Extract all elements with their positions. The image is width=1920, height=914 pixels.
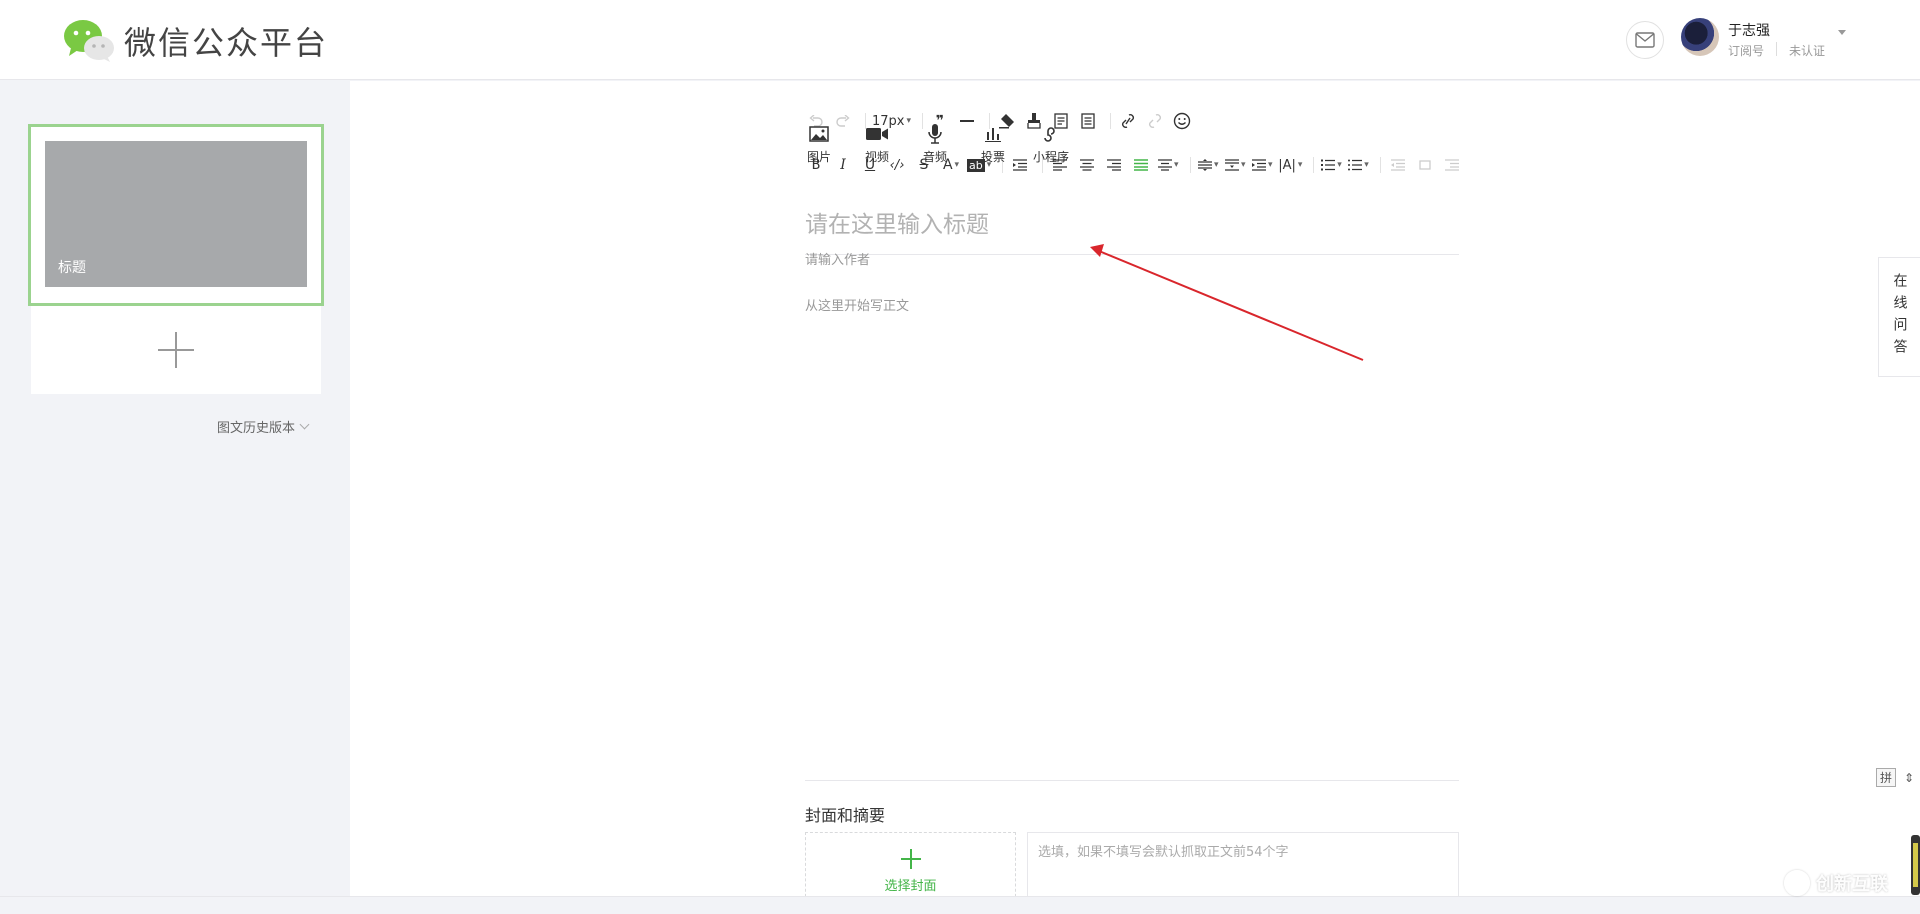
media-label: 视频	[864, 150, 889, 164]
divider	[1190, 157, 1192, 173]
media-label: 图片	[806, 150, 831, 164]
chevron-updown-icon: ⇕	[1904, 770, 1915, 785]
content-divider	[805, 780, 1459, 781]
poll-icon	[985, 124, 1001, 144]
link-icon[interactable]	[1117, 110, 1139, 132]
media-toolbar: 图片 视频 音频 投票 小程序	[805, 124, 1069, 165]
divider	[1776, 42, 1777, 56]
choose-cover-button[interactable]: 选择封面	[805, 832, 1016, 902]
ime-indicator[interactable]: 拼 ⇕	[1876, 768, 1914, 787]
unordered-list-icon[interactable]: ▾	[1347, 154, 1369, 176]
image-icon	[809, 124, 829, 144]
cover-section-title: 封面和摘要	[805, 806, 886, 825]
emoji-icon[interactable]	[1171, 110, 1193, 132]
document-icon[interactable]	[1077, 110, 1099, 132]
user-name[interactable]: 于志强	[1728, 20, 1770, 40]
letter-spacing-icon[interactable]: |A| ▾	[1278, 154, 1302, 176]
plus-icon	[158, 332, 194, 368]
outdent-icon[interactable]	[1387, 154, 1409, 176]
summary-textarea[interactable]: 选填，如果不填写会默认抓取正文前54个字	[1027, 832, 1459, 902]
body-editor[interactable]: 从这里开始写正文	[805, 295, 909, 314]
unlink-icon[interactable]	[1144, 110, 1166, 132]
choose-cover-label: 选择封面	[884, 879, 937, 894]
plus-icon	[900, 849, 921, 869]
history-versions-link[interactable]: 图文历史版本	[217, 417, 310, 436]
brand-title[interactable]: 微信公众平台	[124, 18, 328, 64]
wechat-logo-icon[interactable]	[63, 18, 115, 62]
chevron-down-icon[interactable]	[1838, 30, 1846, 35]
toolbar-divider	[805, 254, 1459, 255]
watermark-text: 创新互联	[1816, 874, 1888, 895]
add-article-button[interactable]	[31, 306, 321, 394]
chevron-down-icon	[299, 419, 310, 430]
indent-dup-icon[interactable]	[1414, 154, 1436, 176]
account-type: 订阅号	[1728, 44, 1765, 58]
insert-video-button[interactable]: 视频	[863, 124, 891, 165]
format-icon[interactable]	[1441, 154, 1463, 176]
online-qa-tab[interactable]: 在线问答	[1878, 257, 1920, 377]
insert-image-button[interactable]: 图片	[805, 124, 833, 165]
microphone-icon	[928, 124, 942, 144]
avatar[interactable]	[1681, 18, 1719, 56]
watermark: 创新互联	[1784, 870, 1888, 896]
title-input[interactable]: 请在这里输入标题	[805, 205, 989, 239]
ime-label: 拼	[1876, 768, 1897, 787]
history-label: 图文历史版本	[217, 421, 296, 436]
justify-icon[interactable]	[1130, 154, 1152, 176]
divider	[1313, 157, 1315, 173]
media-label: 小程序	[1033, 150, 1070, 164]
watermark-logo-icon	[1784, 870, 1810, 896]
qa-label: 在线问答	[1891, 273, 1908, 361]
article-thumb-title: 标题	[58, 260, 86, 276]
insert-mini-program-button[interactable]: 小程序	[1033, 124, 1069, 165]
message-button[interactable]	[1626, 21, 1664, 59]
article-card-selected[interactable]: 标题	[28, 124, 324, 306]
media-label: 音频	[922, 150, 947, 164]
align-dropdown-icon[interactable]: ▾	[1157, 154, 1179, 176]
insert-poll-button[interactable]: 投票	[979, 124, 1007, 165]
ordered-list-icon[interactable]: ▾	[1320, 154, 1342, 176]
align-center-icon[interactable]	[1076, 154, 1098, 176]
align-right-icon[interactable]	[1103, 154, 1125, 176]
divider	[1110, 113, 1112, 129]
article-list-panel: 标题 图文历史版本	[0, 81, 350, 914]
top-header: 微信公众平台 于志强 订阅号 未认证	[0, 0, 1920, 80]
verify-status: 未认证	[1789, 44, 1826, 58]
divider	[1380, 157, 1382, 173]
paragraph-spacing-icon[interactable]: ▾	[1224, 154, 1246, 176]
video-icon	[866, 124, 888, 144]
mail-icon	[1635, 32, 1655, 48]
line-spacing-icon[interactable]: ▾	[1197, 154, 1219, 176]
author-input[interactable]: 请输入作者	[805, 249, 870, 268]
media-label: 投票	[980, 150, 1005, 164]
scroll-indicator[interactable]	[1911, 835, 1920, 895]
editor-main	[350, 81, 1920, 896]
indent-spacing-icon[interactable]: ▾	[1251, 154, 1273, 176]
insert-audio-button[interactable]: 音频	[921, 124, 949, 165]
bottom-bar	[0, 896, 1920, 914]
mini-program-icon	[1042, 124, 1060, 144]
